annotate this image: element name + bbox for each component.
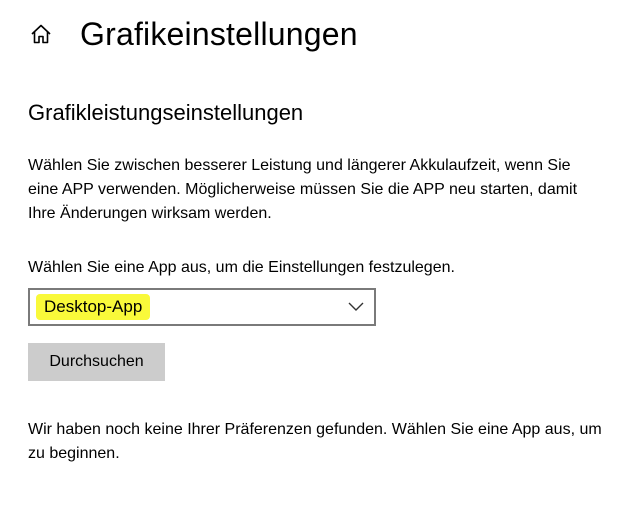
home-icon [31,24,51,44]
page-header: Grafikeinstellungen [28,12,358,56]
dropdown-selected-value: Desktop-App [36,294,151,320]
browse-button[interactable]: Durchsuchen [28,343,165,381]
home-button[interactable] [28,21,54,47]
empty-state-message: Wir haben noch keine Ihrer Präferenzen g… [28,421,602,462]
section-title: Grafikleistungseinstellungen [28,100,304,125]
page-title: Grafikeinstellungen [80,16,358,52]
graphics-settings-page: Grafikeinstellungen Grafikleistungseinst… [0,0,640,510]
chevron-down-icon [348,302,364,311]
app-type-dropdown[interactable]: Desktop-App [28,288,376,326]
app-select-label: Wählen Sie eine App aus, um die Einstell… [28,259,455,276]
section-description: Wählen Sie zwischen besserer Leistung un… [28,157,578,222]
